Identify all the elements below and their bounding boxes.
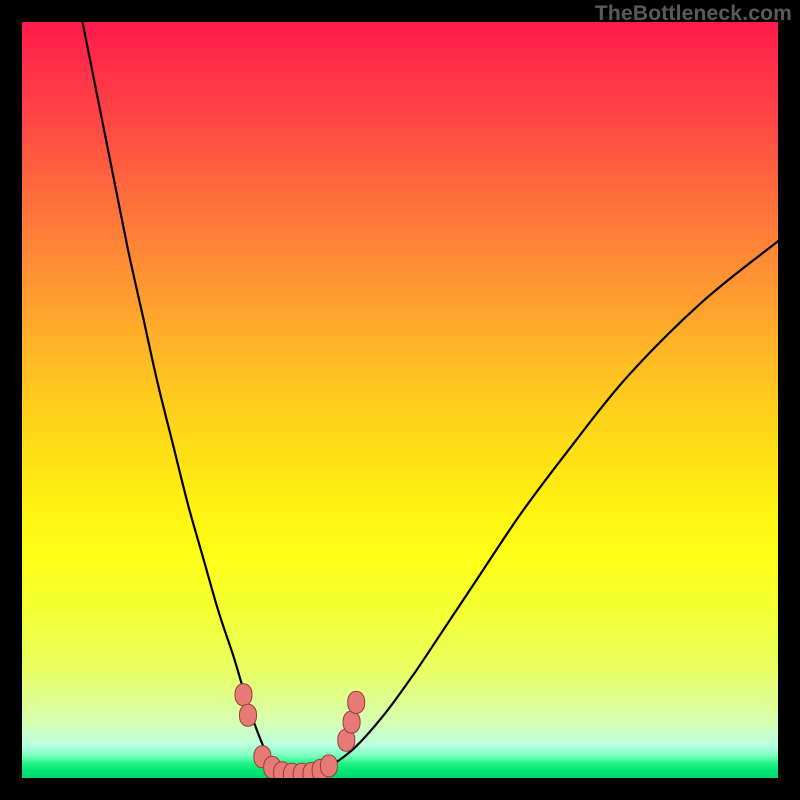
curve-marker: [343, 711, 360, 733]
curve-marker: [240, 704, 257, 726]
curve-marker: [235, 684, 252, 706]
watermark-text: TheBottleneck.com: [595, 2, 792, 26]
curve-layer: [22, 22, 778, 778]
curve-marker: [348, 691, 365, 713]
bottleneck-curve: [83, 22, 779, 778]
curve-marker: [320, 755, 337, 777]
plot-area: [22, 22, 778, 778]
marker-group: [235, 684, 365, 778]
chart-frame: TheBottleneck.com: [0, 0, 800, 800]
